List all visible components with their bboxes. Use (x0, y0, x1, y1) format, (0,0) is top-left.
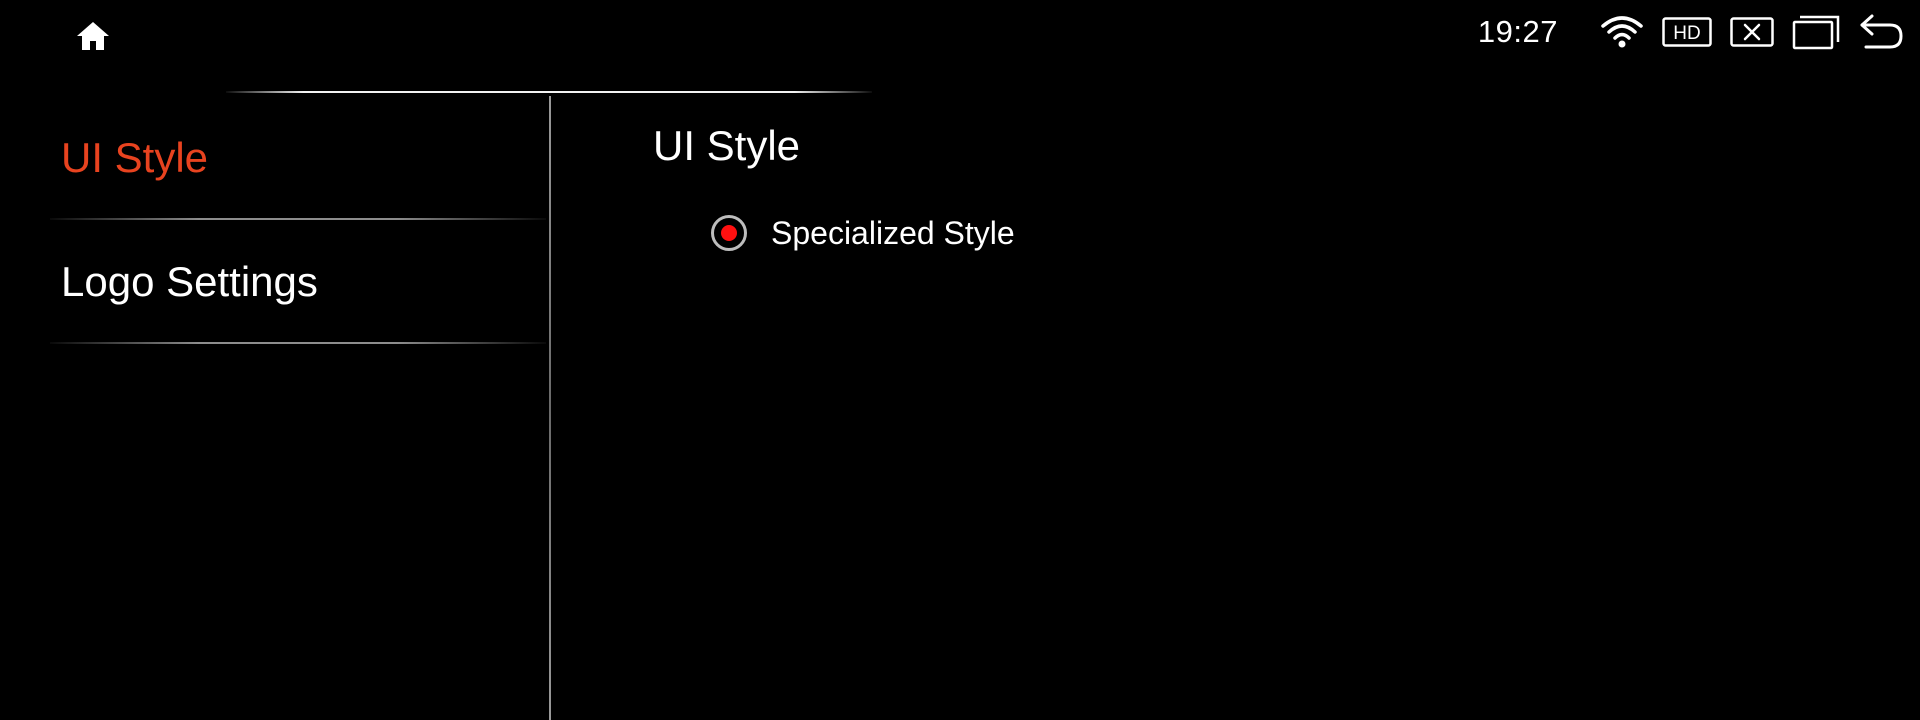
option-label: Specialized Style (771, 214, 1015, 251)
wifi-icon (1600, 14, 1644, 50)
sidebar-divider (50, 342, 546, 344)
close-box-icon[interactable] (1730, 17, 1774, 47)
status-bar: 19:27 HD (1478, 10, 1904, 54)
option-specialized-style[interactable]: Specialized Style (711, 210, 1015, 256)
home-icon (76, 20, 110, 57)
radio-selected-dot (721, 225, 737, 241)
hd-icon: HD (1662, 17, 1712, 47)
radio-button[interactable] (711, 215, 747, 251)
clock: 19:27 (1477, 14, 1558, 49)
sidebar-item-label: UI Style (61, 134, 209, 181)
recent-apps-icon[interactable] (1792, 14, 1840, 50)
home-button[interactable] (72, 18, 114, 58)
page-title: UI Style (653, 122, 801, 169)
hd-badge-text: HD (1673, 23, 1700, 44)
panel-divider (549, 96, 551, 720)
sidebar-item-label: Logo Settings (61, 258, 318, 305)
sidebar: UI Style Logo Settings (0, 96, 548, 720)
top-divider (226, 91, 872, 93)
back-icon[interactable] (1858, 12, 1904, 52)
sidebar-item-ui-style[interactable]: UI Style (0, 96, 548, 220)
sidebar-item-logo-settings[interactable]: Logo Settings (0, 220, 548, 344)
